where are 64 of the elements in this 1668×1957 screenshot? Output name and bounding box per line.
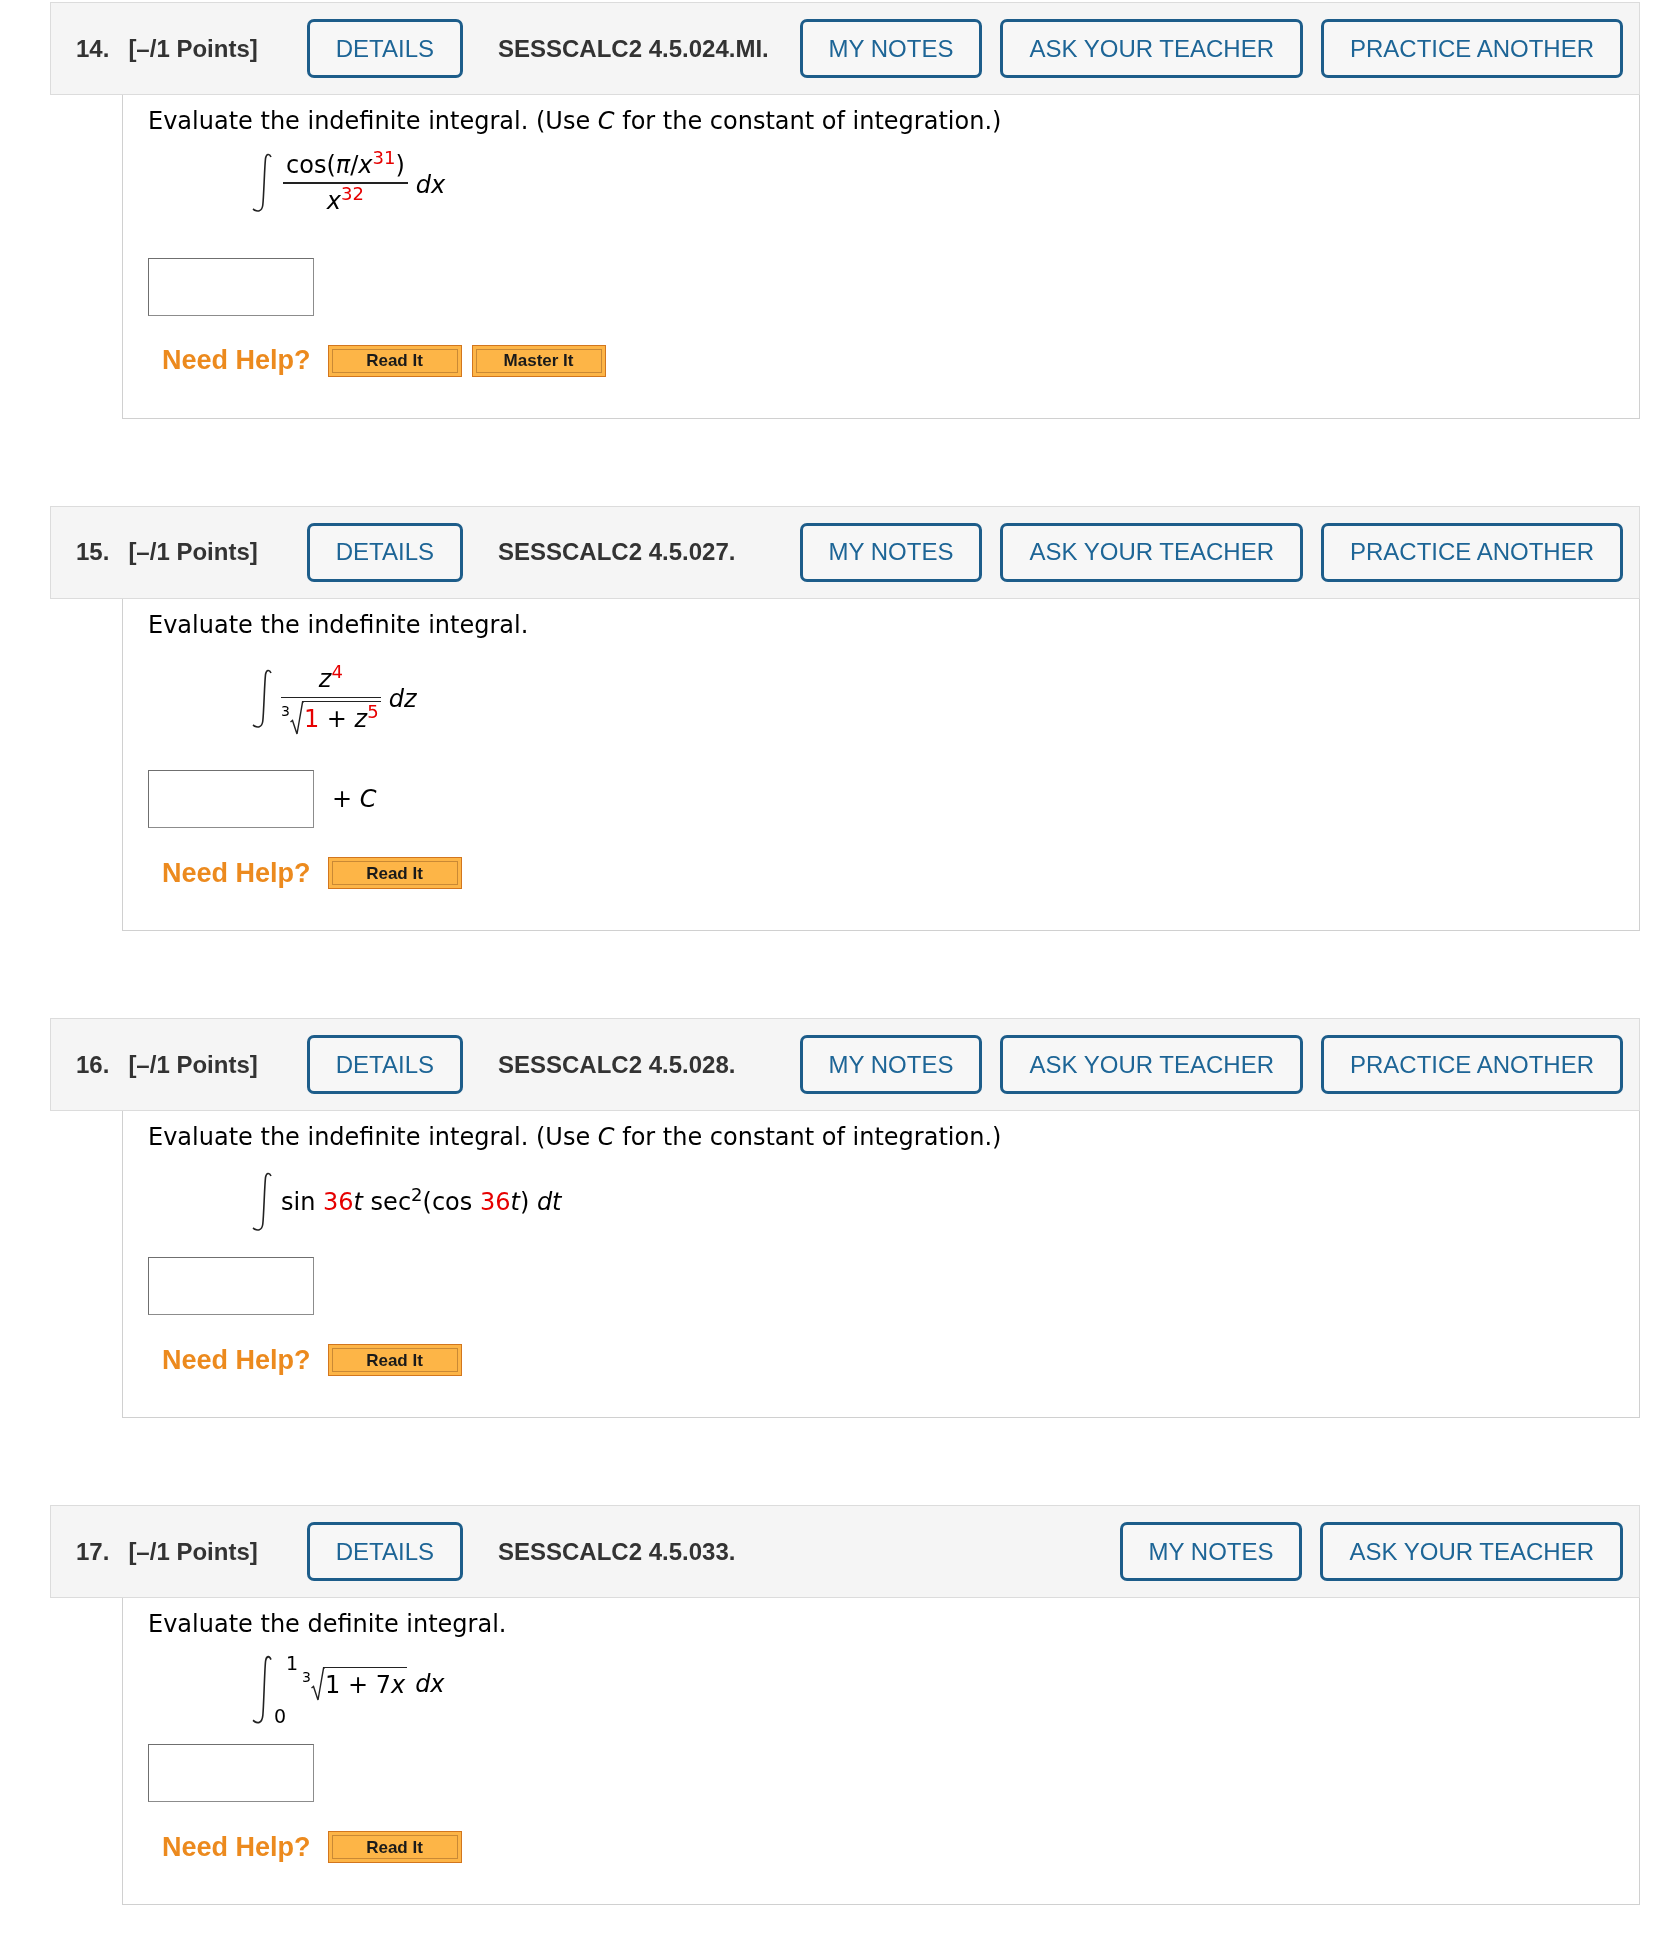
problem-code: SESSCALC2 4.5.028. [498,1049,736,1080]
root-index: 3 [302,1670,311,1684]
action-button[interactable]: PRACTICE ANOTHER [1320,19,1623,78]
integral-sign-icon [251,1655,273,1725]
action-button[interactable]: MY NOTES [1119,1522,1303,1581]
question-number: 15. [76,537,110,567]
points-label: [–/1 Points] [128,1049,258,1080]
radical-sign-icon [289,701,304,735]
question-number: 14. [76,33,110,64]
action-button[interactable]: PRACTICE ANOTHER [1320,522,1623,582]
action-button[interactable]: PRACTICE ANOTHER [1320,1035,1623,1094]
answer-field[interactable] [148,770,314,828]
need-help-label: Need Help? [162,347,311,374]
differential: dx [415,169,446,201]
integral-sign-icon [251,669,273,730]
action-button[interactable]: ASK YOUR TEACHER [1000,522,1303,582]
radicand: 1 + z$^{5}$ [303,701,381,734]
points-label: [–/1 Points] [128,1536,258,1567]
radical-sign-icon [311,1667,325,1701]
answer-field[interactable] [148,257,314,316]
fraction-numerator: z$^{4}$ [318,663,343,694]
problem-code: SESSCALC2 4.5.027. [498,537,736,567]
action-button[interactable]: ASK YOUR TEACHER [1000,19,1303,78]
help-button[interactable]: Read It [327,1831,462,1863]
action-button[interactable]: MY NOTES [799,522,983,582]
lower-limit: 0 [274,1707,288,1726]
problem-code: SESSCALC2 4.5.024.MI. [498,33,769,64]
help-button[interactable]: Read It [327,857,462,889]
upper-limit: 1 [285,1654,299,1673]
details-button[interactable]: DETAILS [306,522,463,582]
fraction-denominator: x$^{32}$ [326,185,364,216]
constant-term: + C [332,784,377,815]
question-prompt: Evaluate the definite integral. [148,1609,508,1639]
help-button[interactable]: Read It [327,344,462,377]
action-button[interactable]: ASK YOUR TEACHER [1320,1522,1623,1581]
problem-code: SESSCALC2 4.5.033. [498,1536,736,1567]
details-button[interactable]: DETAILS [306,19,463,78]
points-label: [–/1 Points] [128,537,258,567]
root-index: 3 [281,704,290,718]
answer-field[interactable] [148,1257,314,1315]
details-button[interactable]: DETAILS [306,1035,463,1094]
question-prompt: Evaluate the indefinite integral. (Use C for the constant of integration.) [148,106,1003,136]
question-prompt: Evaluate the indefinite integral. (Use C for the constant of integration.) [148,1122,1003,1152]
differential: dz [388,684,417,716]
help-button[interactable]: Master It [471,344,606,377]
action-button[interactable]: ASK YOUR TEACHER [1000,1035,1303,1094]
details-button[interactable]: DETAILS [306,1522,463,1581]
differential: dx [415,1669,445,1700]
need-help-label: Need Help? [162,859,311,887]
action-button[interactable]: MY NOTES [799,19,983,78]
need-help-label: Need Help? [162,1833,311,1861]
need-help-label: Need Help? [162,1346,311,1374]
integral-sign-icon [251,152,273,213]
fraction-numerator: cos(π/x$^{31}$) [285,150,406,180]
integrand-expression: sin 36t sec$^{2}$(cos 36t) dt [281,1184,562,1218]
points-label: [–/1 Points] [128,33,258,64]
help-button[interactable]: Read It [327,1344,462,1376]
radicand: 1 + 7x [325,1667,408,1700]
question-number: 17. [76,1536,110,1567]
answer-field[interactable] [148,1744,314,1802]
action-button[interactable]: MY NOTES [799,1035,983,1094]
question-number: 16. [76,1049,110,1080]
integral-sign-icon [251,1172,273,1232]
question-prompt: Evaluate the indefinite integral. [148,609,530,640]
